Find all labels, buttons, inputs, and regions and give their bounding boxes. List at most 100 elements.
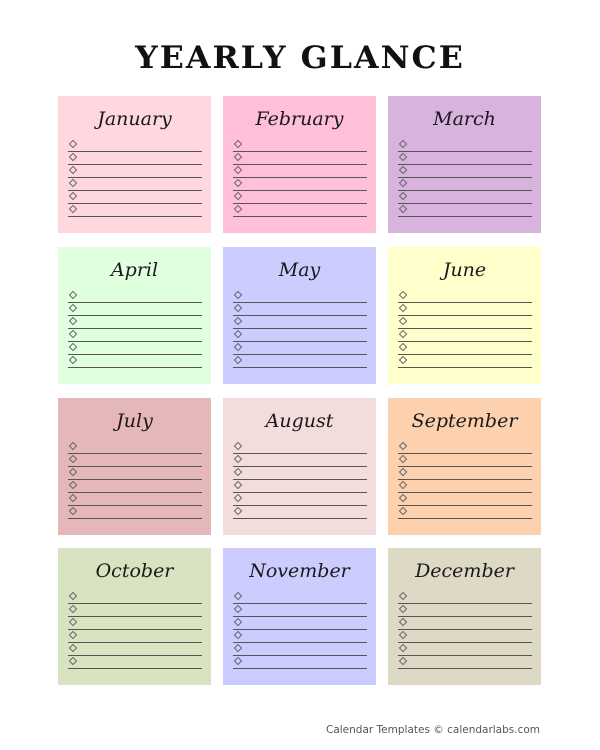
note-line[interactable] xyxy=(68,617,202,630)
diamond-bullet-icon xyxy=(398,139,408,149)
note-line[interactable] xyxy=(233,493,367,506)
note-line[interactable] xyxy=(398,591,532,604)
note-line[interactable] xyxy=(233,139,367,152)
diamond-bullet-icon xyxy=(233,152,243,162)
note-line[interactable] xyxy=(233,467,367,480)
note-line[interactable] xyxy=(398,316,532,329)
diamond-bullet-icon xyxy=(68,630,78,640)
note-line[interactable] xyxy=(68,329,202,342)
note-line[interactable] xyxy=(233,342,367,355)
note-line[interactable] xyxy=(233,355,367,368)
note-line[interactable] xyxy=(68,204,202,217)
note-line[interactable] xyxy=(233,165,367,178)
note-line[interactable] xyxy=(233,290,367,303)
diamond-bullet-icon xyxy=(398,303,408,313)
diamond-bullet-icon xyxy=(233,591,243,601)
diamond-bullet-icon xyxy=(233,290,243,300)
note-line[interactable] xyxy=(233,329,367,342)
note-line[interactable] xyxy=(68,342,202,355)
note-line[interactable] xyxy=(398,165,532,178)
note-line[interactable] xyxy=(68,493,202,506)
footer-credit: Calendar Templates © calendarlabs.com xyxy=(326,724,541,736)
note-line[interactable] xyxy=(68,355,202,368)
note-line[interactable] xyxy=(233,643,367,656)
diamond-bullet-icon xyxy=(233,493,243,503)
month-name: April xyxy=(110,259,159,281)
diamond-bullet-icon xyxy=(233,467,243,477)
note-line[interactable] xyxy=(398,355,532,368)
note-line[interactable] xyxy=(398,630,532,643)
diamond-bullet-icon xyxy=(398,480,408,490)
note-line[interactable] xyxy=(398,290,532,303)
note-line[interactable] xyxy=(233,617,367,630)
month-card-march: March xyxy=(388,96,541,233)
month-card-november: November xyxy=(223,548,376,685)
diamond-bullet-icon xyxy=(68,329,78,339)
note-line[interactable] xyxy=(233,191,367,204)
month-name: October xyxy=(95,560,174,582)
note-line[interactable] xyxy=(233,303,367,316)
note-line[interactable] xyxy=(233,152,367,165)
note-line[interactable] xyxy=(68,480,202,493)
note-line[interactable] xyxy=(398,604,532,617)
note-line[interactable] xyxy=(398,643,532,656)
note-line[interactable] xyxy=(398,493,532,506)
note-line[interactable] xyxy=(68,630,202,643)
note-line[interactable] xyxy=(398,303,532,316)
note-line[interactable] xyxy=(68,591,202,604)
month-name: August xyxy=(265,410,334,432)
note-line[interactable] xyxy=(233,204,367,217)
note-line[interactable] xyxy=(68,656,202,669)
month-name: January xyxy=(97,108,172,130)
note-line[interactable] xyxy=(68,290,202,303)
note-line[interactable] xyxy=(68,152,202,165)
note-line[interactable] xyxy=(68,165,202,178)
note-line[interactable] xyxy=(398,329,532,342)
note-line[interactable] xyxy=(68,441,202,454)
note-line[interactable] xyxy=(398,617,532,630)
note-line[interactable] xyxy=(233,506,367,519)
note-line[interactable] xyxy=(68,604,202,617)
note-line[interactable] xyxy=(233,604,367,617)
note-line[interactable] xyxy=(233,591,367,604)
note-line[interactable] xyxy=(398,656,532,669)
note-line[interactable] xyxy=(233,480,367,493)
note-line[interactable] xyxy=(233,454,367,467)
note-line[interactable] xyxy=(398,480,532,493)
note-line[interactable] xyxy=(68,178,202,191)
note-line[interactable] xyxy=(233,656,367,669)
diamond-bullet-icon xyxy=(68,355,78,365)
diamond-bullet-icon xyxy=(68,604,78,614)
diamond-bullet-icon xyxy=(233,329,243,339)
month-card-june: June xyxy=(388,247,541,384)
note-line[interactable] xyxy=(68,303,202,316)
diamond-bullet-icon xyxy=(398,191,408,201)
note-line[interactable] xyxy=(398,152,532,165)
note-line[interactable] xyxy=(398,342,532,355)
diamond-bullet-icon xyxy=(233,191,243,201)
note-line[interactable] xyxy=(68,139,202,152)
note-line[interactable] xyxy=(233,630,367,643)
note-line[interactable] xyxy=(398,454,532,467)
diamond-bullet-icon xyxy=(233,656,243,666)
note-line[interactable] xyxy=(68,316,202,329)
diamond-bullet-icon xyxy=(68,441,78,451)
diamond-bullet-icon xyxy=(233,165,243,175)
note-line[interactable] xyxy=(68,506,202,519)
note-line[interactable] xyxy=(398,467,532,480)
note-line[interactable] xyxy=(398,178,532,191)
note-line[interactable] xyxy=(398,204,532,217)
note-line[interactable] xyxy=(233,441,367,454)
note-line[interactable] xyxy=(68,467,202,480)
note-line[interactable] xyxy=(398,191,532,204)
note-line[interactable] xyxy=(68,191,202,204)
note-line[interactable] xyxy=(233,178,367,191)
diamond-bullet-icon xyxy=(68,316,78,326)
note-line[interactable] xyxy=(68,454,202,467)
note-line[interactable] xyxy=(398,441,532,454)
diamond-bullet-icon xyxy=(398,493,408,503)
note-line[interactable] xyxy=(398,506,532,519)
note-line[interactable] xyxy=(233,316,367,329)
note-line[interactable] xyxy=(398,139,532,152)
note-line[interactable] xyxy=(68,643,202,656)
